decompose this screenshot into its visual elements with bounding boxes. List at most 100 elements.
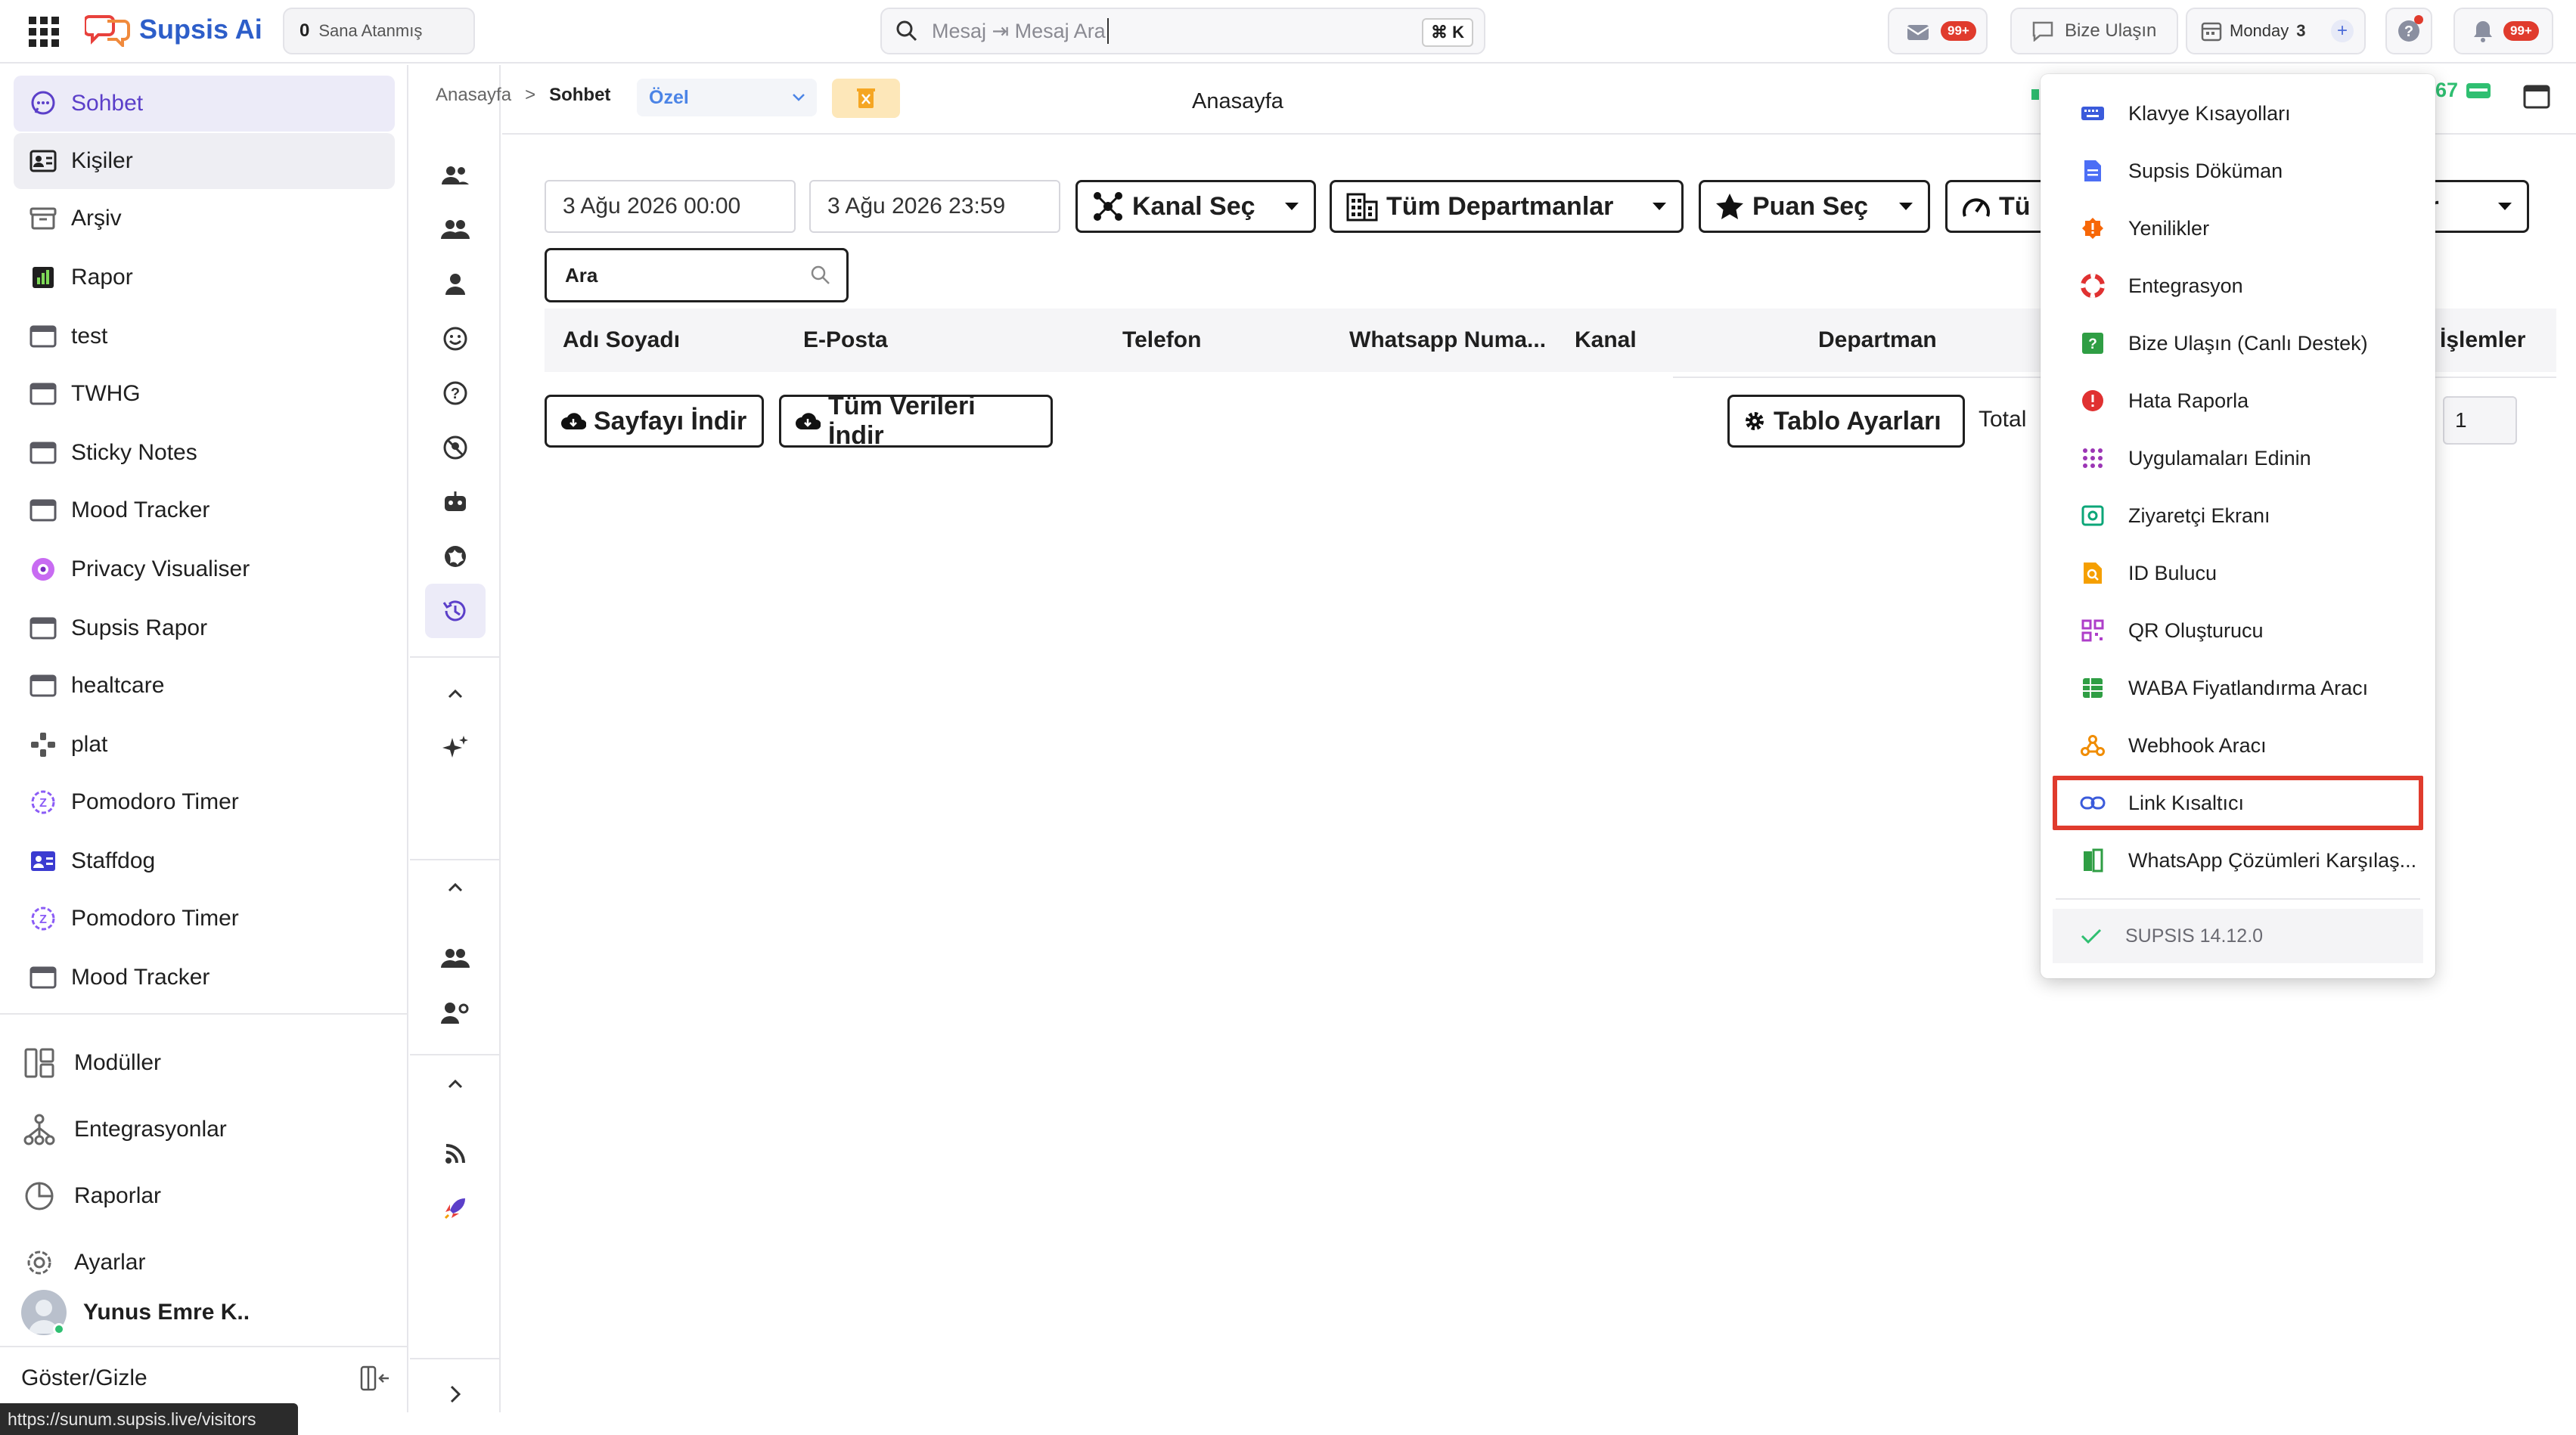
menu-item[interactable]: WhatsApp Çözümleri Karşılaş... [2053,833,2423,888]
rail-group-icon[interactable] [425,203,486,257]
sidebar-item[interactable]: test [14,308,395,364]
table-search-input[interactable]: Ara [545,248,849,302]
contact-us-button[interactable]: Bize Ulaşın [2010,8,2178,54]
sidebar-item[interactable]: Mood Tracker [14,482,395,538]
error-circle-icon [2080,388,2106,414]
chevron-up-icon[interactable] [425,860,486,915]
apps-grid-icon[interactable] [29,17,59,47]
sidebar-item[interactable]: Rapor [14,249,395,305]
calendar-button[interactable]: Monday 3 + [2186,8,2366,54]
table-settings-label: Tablo Ayarları [1774,406,1941,435]
search-input[interactable]: Mesaj ⇥ Mesaj Ara [932,20,1106,43]
sidebar-module-item[interactable]: Modüller [21,1033,161,1093]
menu-item[interactable]: Yenilikler [2053,201,2423,256]
menu-item[interactable]: Ziyaretçi Ekranı [2053,488,2423,543]
sidebar-item[interactable]: healtcare [14,658,395,714]
sidebar-module-item[interactable]: Raporlar [21,1166,161,1226]
rail-team-icon[interactable] [425,148,486,203]
rail-history-icon[interactable] [425,584,486,638]
eye-circle-icon [29,555,57,584]
column-header-email[interactable]: E-Posta [803,308,888,372]
report-chart-icon [29,263,57,292]
rail-rocket-icon[interactable] [425,1181,486,1235]
caret-down-icon [2497,201,2513,212]
menu-item[interactable]: ? Bize Ulaşın (Canlı Destek) [2053,316,2423,370]
mail-button[interactable]: 99+ [1888,8,1988,54]
sidebar-item[interactable]: Privacy Visualiser [14,541,395,597]
menu-item[interactable]: Entegrasyon [2053,259,2423,313]
breadcrumb-home[interactable]: Anasayfa [1192,89,1283,114]
global-search[interactable]: Mesaj ⇥ Mesaj Ara ⌘ K [880,8,1485,54]
column-header-department[interactable]: Departman [1818,308,1937,372]
menu-item[interactable]: QR Oluşturucu [2053,603,2423,658]
sidebar-item[interactable]: TWHG [14,366,395,422]
column-header-phone[interactable]: Telefon [1122,308,1201,372]
rail-users-icon[interactable] [425,931,486,986]
sidebar-item[interactable]: plat [14,717,395,773]
chevron-up-icon[interactable] [425,667,486,721]
menu-item[interactable]: Supsis Döküman [2053,144,2423,198]
help-button[interactable]: ? [2385,8,2432,54]
rail-smiley-icon[interactable] [425,311,486,366]
gear-icon [1743,410,1766,432]
sidebar-item[interactable]: Staffdog [14,833,395,889]
toggle-label: Göster/Gizle [21,1365,147,1390]
sidebar-item[interactable]: Sohbet [14,76,395,132]
toggle-sidebar[interactable]: Göster/Gizle [21,1365,392,1391]
column-header-channel[interactable]: Kanal [1575,308,1637,372]
compare-icon [2080,848,2106,873]
rail-person-icon[interactable] [425,257,486,311]
brand-logo[interactable]: Supsis Ai [85,12,262,47]
user-profile[interactable]: Yunus Emre K.. [21,1290,250,1335]
sidebar-module-item[interactable]: Ayarlar [21,1232,145,1293]
sidebar-item[interactable]: Kişiler [14,133,395,189]
assigned-to-me-button[interactable]: 0 Sana Atanmış [283,8,475,54]
sidebar-item[interactable]: Arşiv [14,191,395,246]
download-all-button[interactable]: Tüm Verileri İndir [779,392,1053,450]
chevron-up-icon[interactable] [425,1057,486,1111]
sidebar-item[interactable]: Z Pomodoro Timer [14,891,395,947]
rail-blocked-icon[interactable] [425,420,486,475]
sidebar-module-label: Raporlar [74,1183,162,1208]
menu-item-label: WABA Fiyatlandırma Aracı [2128,676,2369,699]
rail-help-icon[interactable]: ? [425,366,486,420]
menu-item[interactable]: Uygulamaları Edinin [2053,431,2423,485]
menu-item[interactable]: ID Bulucu [2053,546,2423,600]
sidebar-item[interactable]: Z Pomodoro Timer [14,774,395,830]
window-icon[interactable] [2523,85,2550,109]
rail-bot-icon[interactable] [425,475,486,529]
online-counter[interactable]: 67 [2435,79,2491,102]
menu-item[interactable]: Webhook Aracı [2053,718,2423,773]
chevron-right-icon[interactable] [425,1367,486,1421]
rail-rss-icon[interactable] [425,1127,486,1181]
menu-item[interactable]: Klavye Kısayolları [2053,86,2423,141]
menu-item[interactable]: Link Kısaltıcı [2053,776,2423,830]
end-date-input[interactable]: 3 Ağu 2026 23:59 [809,180,1060,233]
channel-select-button[interactable]: Kanal Seç [1075,180,1316,233]
department-select-button[interactable]: Tüm Departmanlar [1330,180,1684,233]
download-page-button[interactable]: Sayfayı İndir [545,395,764,448]
sidebar-item[interactable]: Supsis Rapor [14,600,395,656]
notifications-button[interactable]: 99+ [2453,8,2553,54]
chevron-down-icon [791,92,806,103]
rail-globe-icon[interactable] [425,529,486,584]
rail-sparkle-icon[interactable] [425,721,486,776]
add-event-icon[interactable]: + [2331,20,2354,42]
menu-item[interactable]: WABA Fiyatlandırma Aracı [2053,661,2423,715]
column-header-actions[interactable]: İşlemler [2440,308,2525,372]
sidebar-item[interactable]: Sticky Notes [14,425,395,481]
collapse-panel-icon[interactable] [360,1365,392,1391]
sidebar-item[interactable]: Mood Tracker [14,950,395,1006]
table-settings-button[interactable]: Tablo Ayarları [1727,395,1965,448]
clear-filter-button[interactable] [832,79,900,118]
start-date-input[interactable]: 3 Ağu 2026 00:00 [545,180,796,233]
column-header-whatsapp[interactable]: Whatsapp Numa... [1349,308,1546,372]
menu-item[interactable]: Hata Raporla [2053,373,2423,428]
conversation-type-select[interactable]: Özel [637,79,817,116]
rating-select-button[interactable]: Puan Seç [1699,180,1930,233]
breadcrumb-home-text[interactable]: Anasayfa [436,85,511,106]
rail-user-settings-icon[interactable] [425,986,486,1040]
column-header-name[interactable]: Adı Soyadı [563,308,680,372]
page-number-input[interactable]: 1 [2443,396,2517,445]
sidebar-module-item[interactable]: Entegrasyonlar [21,1099,227,1160]
